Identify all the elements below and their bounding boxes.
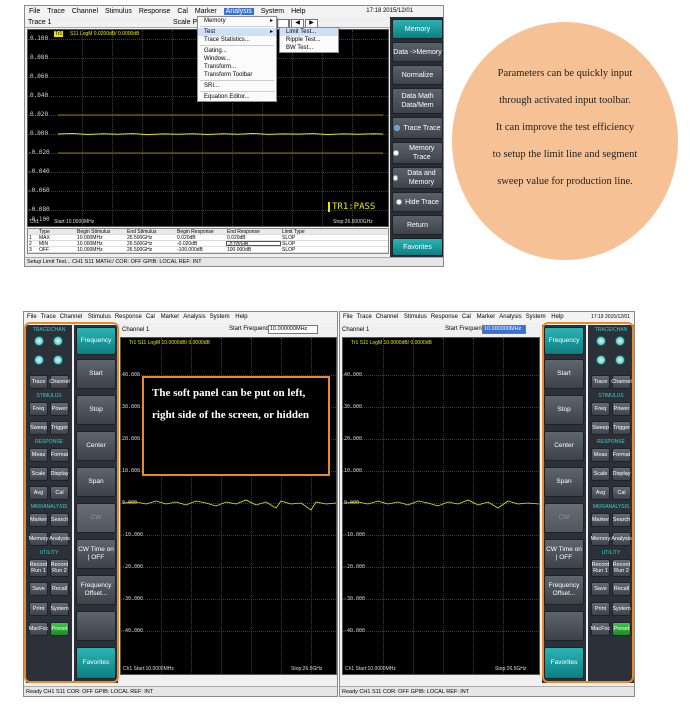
menu-item-transform-toolbar[interactable]: Transform Toolbar	[198, 71, 276, 79]
start-freq: Start:10.0000MHz	[54, 219, 95, 225]
menu-trace[interactable]: Trace	[47, 8, 65, 15]
stop-freq: Stop:26.5GHz	[291, 666, 323, 672]
softkey-data-math[interactable]: Data Math Data/Mem	[392, 88, 443, 114]
test-submenu: Limit Test... Ripple Test... BW Test...	[279, 27, 339, 53]
bottom-right-statusbar: Ready CH1 S11 COR: OFF GPIB: LOCAL REF: …	[340, 686, 634, 696]
bottom-left-statusbar: Ready CH1 S11 COR: OFF GPIB: LOCAL REF: …	[24, 686, 337, 696]
menu-item-limit-test[interactable]: Limit Test...	[280, 28, 338, 36]
menu-item-ripple-test[interactable]: Ripple Test...	[280, 36, 338, 44]
radio-icon	[393, 175, 398, 181]
start-frequency-label: Start Frequency	[229, 326, 272, 332]
menu-system[interactable]: System	[261, 8, 284, 15]
start-frequency-input[interactable]: 10.000000MHz	[268, 325, 318, 334]
menu-file[interactable]: File	[29, 8, 40, 15]
menu-marker[interactable]: Marker	[195, 8, 217, 15]
top-analyzer-window: File Trace Channel Stimulus Response Cal…	[24, 5, 444, 267]
menu-item-test[interactable]: Test ▸	[198, 28, 276, 36]
top-callout-text: Parameters can be quickly input through …	[492, 68, 638, 187]
table-row[interactable]: 3 OFF 10.000MHz 26.500GHz -100.000dB 100…	[28, 247, 388, 253]
channel-tag: Ch1	[30, 219, 40, 225]
menu-item-window[interactable]: Window...	[198, 55, 276, 63]
start-frequency-input[interactable]: 10.000000MHz	[482, 325, 526, 334]
softkey-data-to-memory[interactable]: Data ->Memory	[392, 42, 443, 62]
menu-item-sri[interactable]: SRI...	[198, 82, 276, 90]
clock: 17:18 2015/12/01	[366, 8, 413, 14]
menu-analysis[interactable]: Analysis	[223, 8, 254, 15]
bottom-callout: The soft panel can be put on left, right…	[142, 376, 330, 476]
limit-table: Type Begin Stimulus End Stimulus Begin R…	[27, 228, 389, 254]
softkey-memory-trace[interactable]: Memory Trace	[392, 142, 443, 164]
menu-item-bw-test[interactable]: BW Test...	[280, 44, 338, 52]
menu-channel[interactable]: Channel	[72, 8, 98, 15]
softkey-return[interactable]: Return	[392, 215, 443, 235]
top-softkey-panel: Memory Data ->Memory Normalize Data Math…	[390, 17, 443, 258]
menu-response[interactable]: Response	[139, 8, 171, 15]
pass-indicator: TR1:PASS	[328, 202, 375, 212]
menu-item-transform[interactable]: Transform...	[198, 63, 276, 71]
left-panel-highlight	[24, 322, 119, 683]
menu-item-memory[interactable]: Memory ▸	[198, 17, 276, 25]
menu-help[interactable]: Help	[291, 8, 305, 15]
radio-icon	[394, 125, 401, 131]
analysis-menu: Memory ▸ Test ▸ Trace Statistics... Gating…	[197, 16, 277, 102]
softkey-memory[interactable]: Memory	[392, 19, 443, 39]
start-freq: Ch1 Start:10.0000MHz	[345, 666, 396, 672]
menu-item-equation-editor[interactable]: Equation Editor...	[198, 93, 276, 101]
trace-line	[344, 499, 539, 509]
softkey-normalize[interactable]: Normalize	[392, 65, 443, 85]
stop-freq: Stop:26.5GHz	[495, 666, 527, 672]
start-freq: Ch1 Start:10.0000MHz	[123, 666, 174, 672]
bottom-right-plot: Tr1 S11 LogM 10.0000dB/ 0.0000dB 40.000 …	[342, 337, 540, 675]
softkey-favorites[interactable]: Favorites	[392, 238, 443, 256]
softkey-data-and-memory[interactable]: Data and Memory	[392, 167, 443, 189]
radio-icon	[393, 150, 399, 156]
menu-item-trace-statistics[interactable]: Trace Statistics...	[198, 36, 276, 44]
channel-title: Channel 1	[342, 327, 370, 333]
softkey-hide-trace[interactable]: Hide Trace	[392, 192, 443, 212]
stop-freq: Stop:26.5000GHz	[333, 219, 373, 225]
softkey-data-trace[interactable]: Trace Trace	[392, 117, 443, 139]
radio-icon	[396, 199, 403, 205]
right-panel-highlight	[542, 322, 634, 683]
menu-cal[interactable]: Cal	[177, 8, 188, 15]
menu-stimulus[interactable]: Stimulus	[105, 8, 132, 15]
top-statusbar: Setup Limit Test... CH1 S11 MATH:/ COR: …	[25, 257, 443, 266]
menu-item-gating[interactable]: Gating...	[198, 47, 276, 55]
